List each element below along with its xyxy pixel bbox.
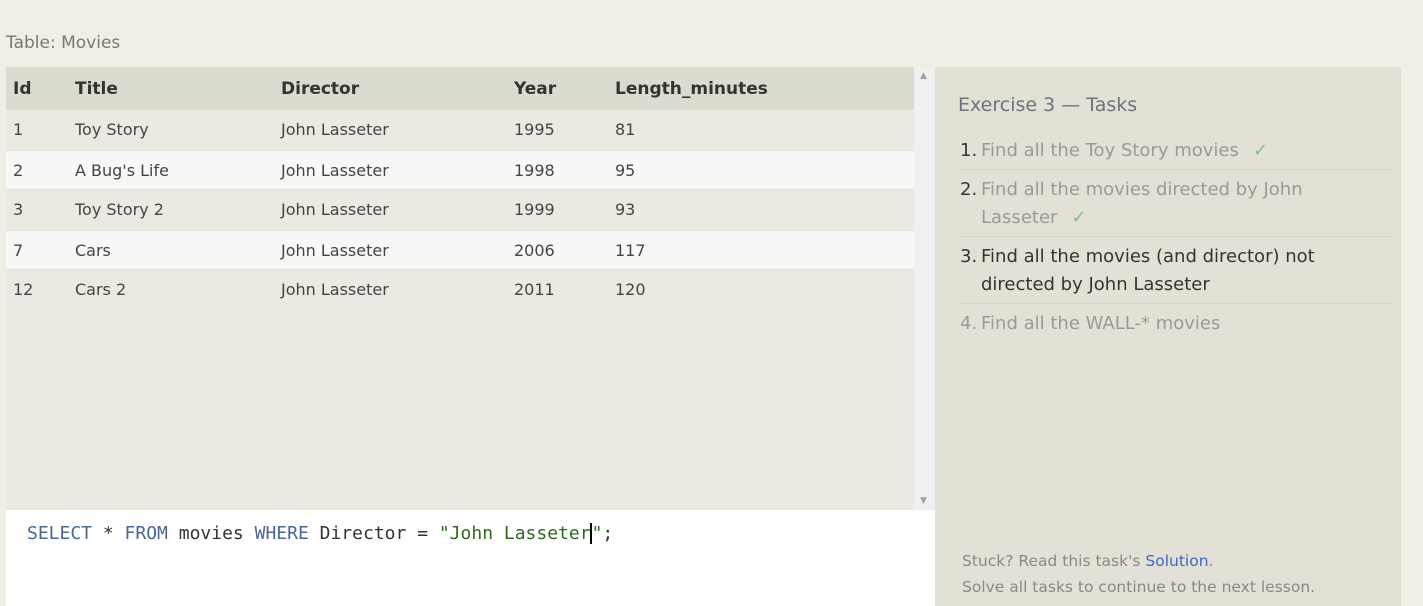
task-text: Find all the movies (and director) not d… — [981, 243, 1392, 299]
table-cell: 2 — [13, 161, 24, 180]
scroll-down-icon[interactable]: ▼ — [920, 496, 927, 506]
column-header: Length_minutes — [615, 79, 768, 99]
task-item: 2. Find all the movies directed by John L… — [960, 174, 1392, 237]
tasks-panel: Exercise 3 — Tasks 1. Find all the Toy St… — [935, 67, 1401, 606]
table-cell: 81 — [615, 120, 636, 139]
check-icon: ✓ — [1252, 140, 1268, 161]
table-cell: Toy Story — [75, 120, 149, 139]
sql-editor[interactable]: SELECT * FROM movies WHERE Director = "J… — [6, 510, 935, 606]
column-header: Year — [514, 79, 557, 99]
table-cell: 1999 — [514, 200, 555, 219]
table-cell: A Bug's Life — [75, 161, 169, 180]
table-label: Table: Movies — [6, 33, 121, 53]
task-number: 3. — [960, 246, 978, 267]
code-keyword: FROM — [124, 523, 168, 544]
task-item: 1. Find all the Toy Story movies ✓ — [960, 135, 1392, 170]
table-cell: John Lasseter — [281, 241, 389, 260]
task-list: 1. Find all the Toy Story movies ✓ 2. Find a… — [960, 135, 1392, 346]
table-cell: 1998 — [514, 161, 555, 180]
task-item: 4. Find all the WALL-* movies — [960, 308, 1392, 342]
task-label: Find all the movies (and director) not d… — [981, 246, 1315, 295]
footer: Stuck? Read this task's Solution. Solve … — [962, 548, 1315, 600]
task-text: Find all the Toy Story movies ✓ — [981, 137, 1268, 165]
table-cell: John Lasseter — [281, 200, 389, 219]
column-header: Director — [281, 79, 360, 99]
code-string: "John Lasseter — [438, 523, 591, 544]
table-cell: 12 — [13, 280, 34, 299]
task-number: 4. — [960, 313, 978, 334]
task-text: Find all the WALL-* movies — [981, 310, 1220, 338]
stuck-text: Stuck? Read this task's — [962, 552, 1146, 570]
panel-title: Exercise 3 — Tasks — [958, 94, 1138, 116]
solution-link[interactable]: Solution — [1145, 552, 1208, 570]
check-icon: ✓ — [1071, 207, 1087, 228]
table-row: 12 Cars 2 John Lasseter 2011 120 — [6, 270, 914, 310]
table-cell: 95 — [615, 161, 636, 180]
task-text: Find all the movies directed by John Las… — [981, 176, 1392, 232]
table-cell: 1995 — [514, 120, 555, 139]
table-cell: 93 — [615, 200, 636, 219]
table-cell: 2006 — [514, 241, 555, 260]
task-label: Find all the WALL-* movies — [981, 313, 1221, 334]
table-cell: Cars 2 — [75, 280, 127, 299]
scroll-up-icon[interactable]: ▲ — [920, 71, 927, 81]
task-label: Find all the movies directed by John Las… — [981, 179, 1303, 228]
scrollbar[interactable]: ▲ ▼ — [914, 67, 935, 510]
task-number: 1. — [960, 140, 978, 161]
table-cell: 117 — [615, 241, 646, 260]
text-cursor: " — [589, 523, 603, 544]
continue-text: Solve all tasks to continue to the next … — [962, 578, 1316, 596]
table-header: Id Title Director Year Length_minutes — [6, 67, 914, 110]
table-cell: Toy Story 2 — [75, 200, 164, 219]
column-header: Title — [75, 79, 118, 99]
column-header: Id — [13, 79, 32, 99]
table-cell: John Lasseter — [281, 280, 389, 299]
table-cell: 3 — [13, 200, 24, 219]
table-row: 1 Toy Story John Lasseter 1995 81 — [6, 110, 914, 150]
code-text: ; — [602, 523, 614, 544]
table-cell: 1 — [13, 120, 24, 139]
table-cell: John Lasseter — [281, 120, 389, 139]
table-cell: John Lasseter — [281, 161, 389, 180]
results-table: Id Title Director Year Length_minutes 1 T… — [6, 67, 935, 510]
task-number: 2. — [960, 179, 978, 200]
stuck-suffix: . — [1208, 552, 1214, 570]
task-item: 3. Find all the movies (and director) not… — [960, 241, 1392, 304]
table-cell: 120 — [615, 280, 646, 299]
code-text: movies — [167, 523, 255, 544]
code-keyword: WHERE — [254, 523, 309, 544]
table-cell: 2011 — [514, 280, 555, 299]
table-row: 3 Toy Story 2 John Lasseter 1999 93 — [6, 190, 914, 230]
table-cell: Cars — [75, 241, 111, 260]
code-text: Director = — [308, 523, 439, 544]
table-row: 7 Cars John Lasseter 2006 117 — [6, 230, 914, 270]
code-keyword: SELECT — [27, 523, 93, 544]
table-cell: 7 — [13, 241, 24, 260]
code-text: * — [92, 523, 125, 544]
table-row: 2 A Bug's Life John Lasseter 1998 95 — [6, 150, 914, 190]
task-label: Find all the Toy Story movies — [981, 140, 1239, 161]
